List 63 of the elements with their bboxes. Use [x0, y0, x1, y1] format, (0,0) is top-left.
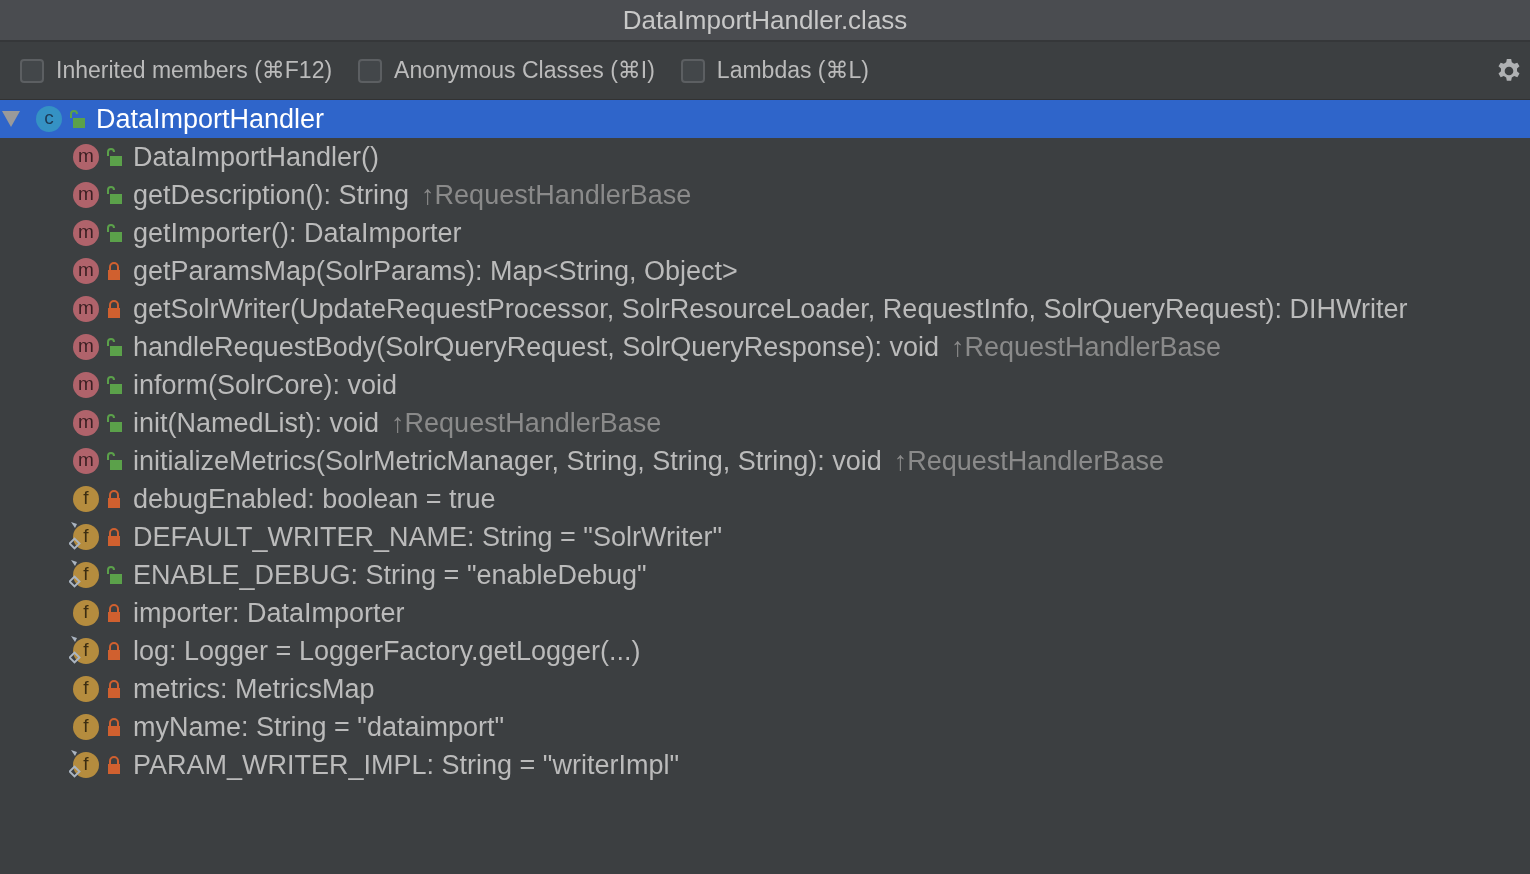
member-signature: getSolrWriter(UpdateRequestProcessor, SolrResourceLoader, RequestInfo, SolrQueryRequest): DIHWriter	[133, 293, 1408, 325]
tree-row[interactable]: m initializeMetrics(SolrMetricManager, String, String, String): void ↑RequestHandlerBase	[0, 442, 1530, 480]
inherited-from-label: ↑RequestHandlerBase	[893, 445, 1164, 477]
checkbox[interactable]	[358, 58, 383, 83]
tree-row[interactable]: m getParamsMap(SolrParams): Map<String, Object>	[0, 252, 1530, 290]
checkbox[interactable]	[680, 58, 705, 83]
member-signature: debugEnabled: boolean = true	[133, 483, 496, 515]
tree-row[interactable]: m inform(SolrCore): void	[0, 366, 1530, 404]
inherited-from-label: ↑RequestHandlerBase	[421, 179, 692, 211]
tree-row[interactable]: f metrics: MetricsMap	[0, 670, 1530, 708]
checkbox-label[interactable]: Lambdas (⌘L)	[716, 57, 869, 84]
tree-row[interactable]: f ENABLE_DEBUG: String = "enableDebug"	[0, 556, 1530, 594]
method-icon: m	[73, 144, 99, 170]
member-signature: myName: String = "dataimport"	[133, 711, 505, 743]
field-icon: f	[73, 676, 99, 702]
tree-row[interactable]: f importer: DataImporter	[0, 594, 1530, 632]
member-signature: getDescription(): String	[133, 179, 410, 211]
member-signature: PARAM_WRITER_IMPL: String = "writerImpl"	[133, 749, 680, 781]
member-signature: importer: DataImporter	[133, 597, 405, 629]
inherited-from-label: ↑RequestHandlerBase	[391, 407, 662, 439]
method-icon: m	[73, 296, 99, 322]
checkbox-label[interactable]: Inherited members (⌘F12)	[56, 57, 333, 84]
tree-row[interactable]: m handleRequestBody(SolrQueryRequest, SolrQueryResponse): void ↑RequestHandlerBase	[0, 328, 1530, 366]
tree-row[interactable]: f log: Logger = LoggerFactory.getLogger(...)	[0, 632, 1530, 670]
checkbox-label[interactable]: Anonymous Classes (⌘I)	[394, 57, 655, 84]
member-signature: initializeMetrics(SolrMetricManager, String, String, String): void	[133, 445, 882, 477]
member-signature: log: Logger = LoggerFactory.getLogger(...)	[133, 635, 641, 667]
tree-row[interactable]: f PARAM_WRITER_IMPL: String = "writerImpl"	[0, 746, 1530, 784]
method-icon: m	[73, 410, 99, 436]
checkbox[interactable]	[20, 58, 44, 83]
tree-row[interactable]: f myName: String = "dataimport"	[0, 708, 1530, 746]
member-signature: inform(SolrCore): void	[133, 369, 398, 401]
method-icon: m	[73, 372, 99, 398]
member-signature: ENABLE_DEBUG: String = "enableDebug"	[133, 559, 647, 591]
member-signature: init(NamedList): void	[133, 407, 380, 439]
tree-row[interactable]: c DataImportHandler	[0, 100, 1530, 138]
member-signature: metrics: MetricsMap	[133, 673, 375, 705]
member-signature: DEFAULT_WRITER_NAME: String = "SolrWriter"	[133, 521, 723, 553]
tree-row[interactable]: m DataImportHandler()	[0, 138, 1530, 176]
member-signature: DataImportHandler	[96, 103, 325, 135]
settings-icon[interactable]	[1496, 57, 1522, 84]
member-signature: getImporter(): DataImporter	[133, 217, 462, 249]
field-icon: f	[73, 600, 99, 626]
tree-row[interactable]: f debugEnabled: boolean = true	[0, 480, 1530, 518]
expand-triangle-icon[interactable]	[2, 111, 20, 127]
inherited-from-label: ↑RequestHandlerBase	[950, 331, 1222, 363]
method-icon: m	[73, 334, 99, 360]
method-icon: m	[73, 220, 99, 246]
window-title: DataImportHandler.class	[622, 4, 908, 36]
field-icon: f	[73, 714, 99, 740]
member-signature: DataImportHandler()	[133, 141, 380, 173]
tree-row[interactable]: m getSolrWriter(UpdateRequestProcessor, SolrResourceLoader, RequestInfo, SolrQueryRequest): DIHWriter	[0, 290, 1530, 328]
method-icon: m	[73, 448, 99, 474]
field-icon: f	[73, 486, 99, 512]
member-signature: handleRequestBody(SolrQueryRequest, SolrQueryResponse): void	[133, 331, 939, 363]
class-icon: c	[36, 106, 62, 132]
tree-row[interactable]: f DEFAULT_WRITER_NAME: String = "SolrWriter"	[0, 518, 1530, 556]
tree-row[interactable]: m getImporter(): DataImporter	[0, 214, 1530, 252]
method-icon: m	[73, 258, 99, 284]
member-signature: getParamsMap(SolrParams): Map<String, Object>	[133, 255, 738, 287]
tree-row[interactable]: m init(NamedList): void ↑RequestHandlerBase	[0, 404, 1530, 442]
tree-row[interactable]: m getDescription(): String ↑RequestHandlerBase	[0, 176, 1530, 214]
method-icon: m	[73, 182, 99, 208]
